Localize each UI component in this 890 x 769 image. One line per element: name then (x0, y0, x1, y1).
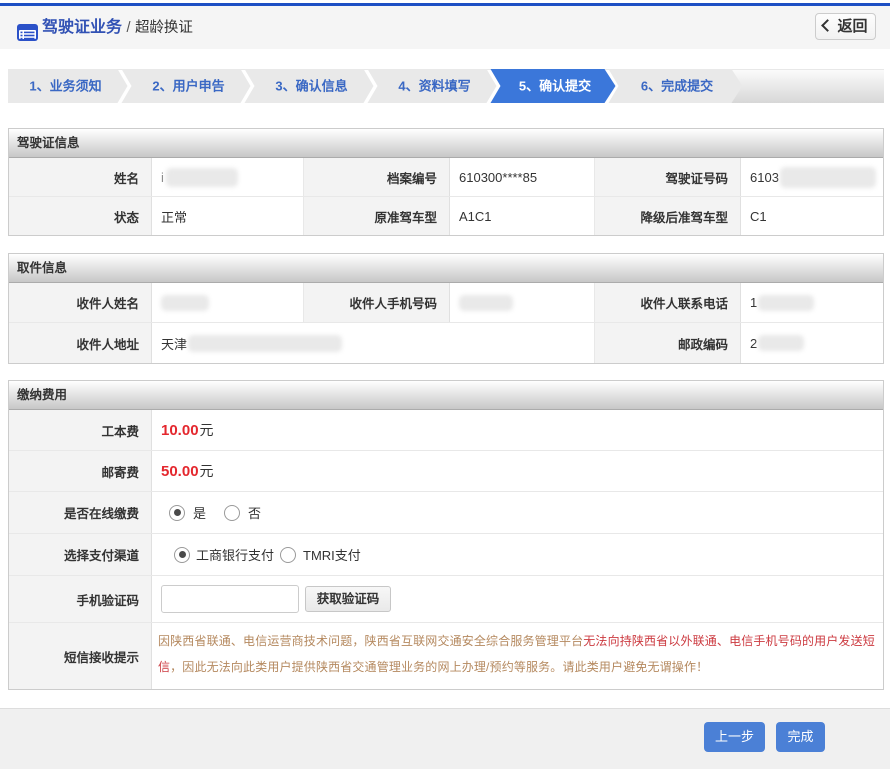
svg-text:6、完成提交: 6、完成提交 (641, 79, 713, 94)
svg-text:4、资料填写: 4、资料填写 (398, 79, 470, 94)
svg-text:1、业务须知: 1、业务须知 (29, 79, 101, 94)
svg-text:3、确认信息: 3、确认信息 (275, 79, 347, 94)
svg-text:5、确认提交: 5、确认提交 (519, 79, 591, 94)
svg-text:2、用户申告: 2、用户申告 (152, 79, 224, 94)
